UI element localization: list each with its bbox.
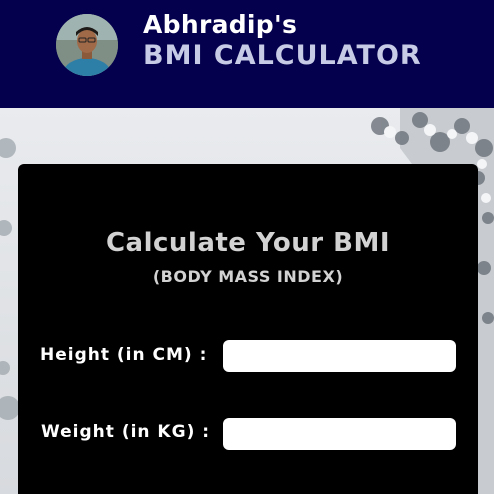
height-input[interactable] <box>223 340 456 372</box>
header-subtitle: BMI CALCULATOR <box>143 40 422 71</box>
bmi-calculator-page: Abhradip's BMI CALCULATOR Calculate Your… <box>0 0 494 494</box>
height-label: Height (in CM) : <box>40 345 208 365</box>
form-subtitle: (BODY MASS INDEX) <box>152 267 344 286</box>
weight-label: Weight (in KG) : <box>41 422 211 442</box>
weight-input[interactable] <box>223 418 456 450</box>
form-title: Calculate Your BMI <box>105 228 391 258</box>
avatar <box>56 14 118 76</box>
header-bar: Abhradip's BMI CALCULATOR <box>0 0 494 108</box>
header-title: Abhradip's <box>143 10 298 39</box>
bmi-form-card: Calculate Your BMI (BODY MASS INDEX) Hei… <box>18 164 478 494</box>
